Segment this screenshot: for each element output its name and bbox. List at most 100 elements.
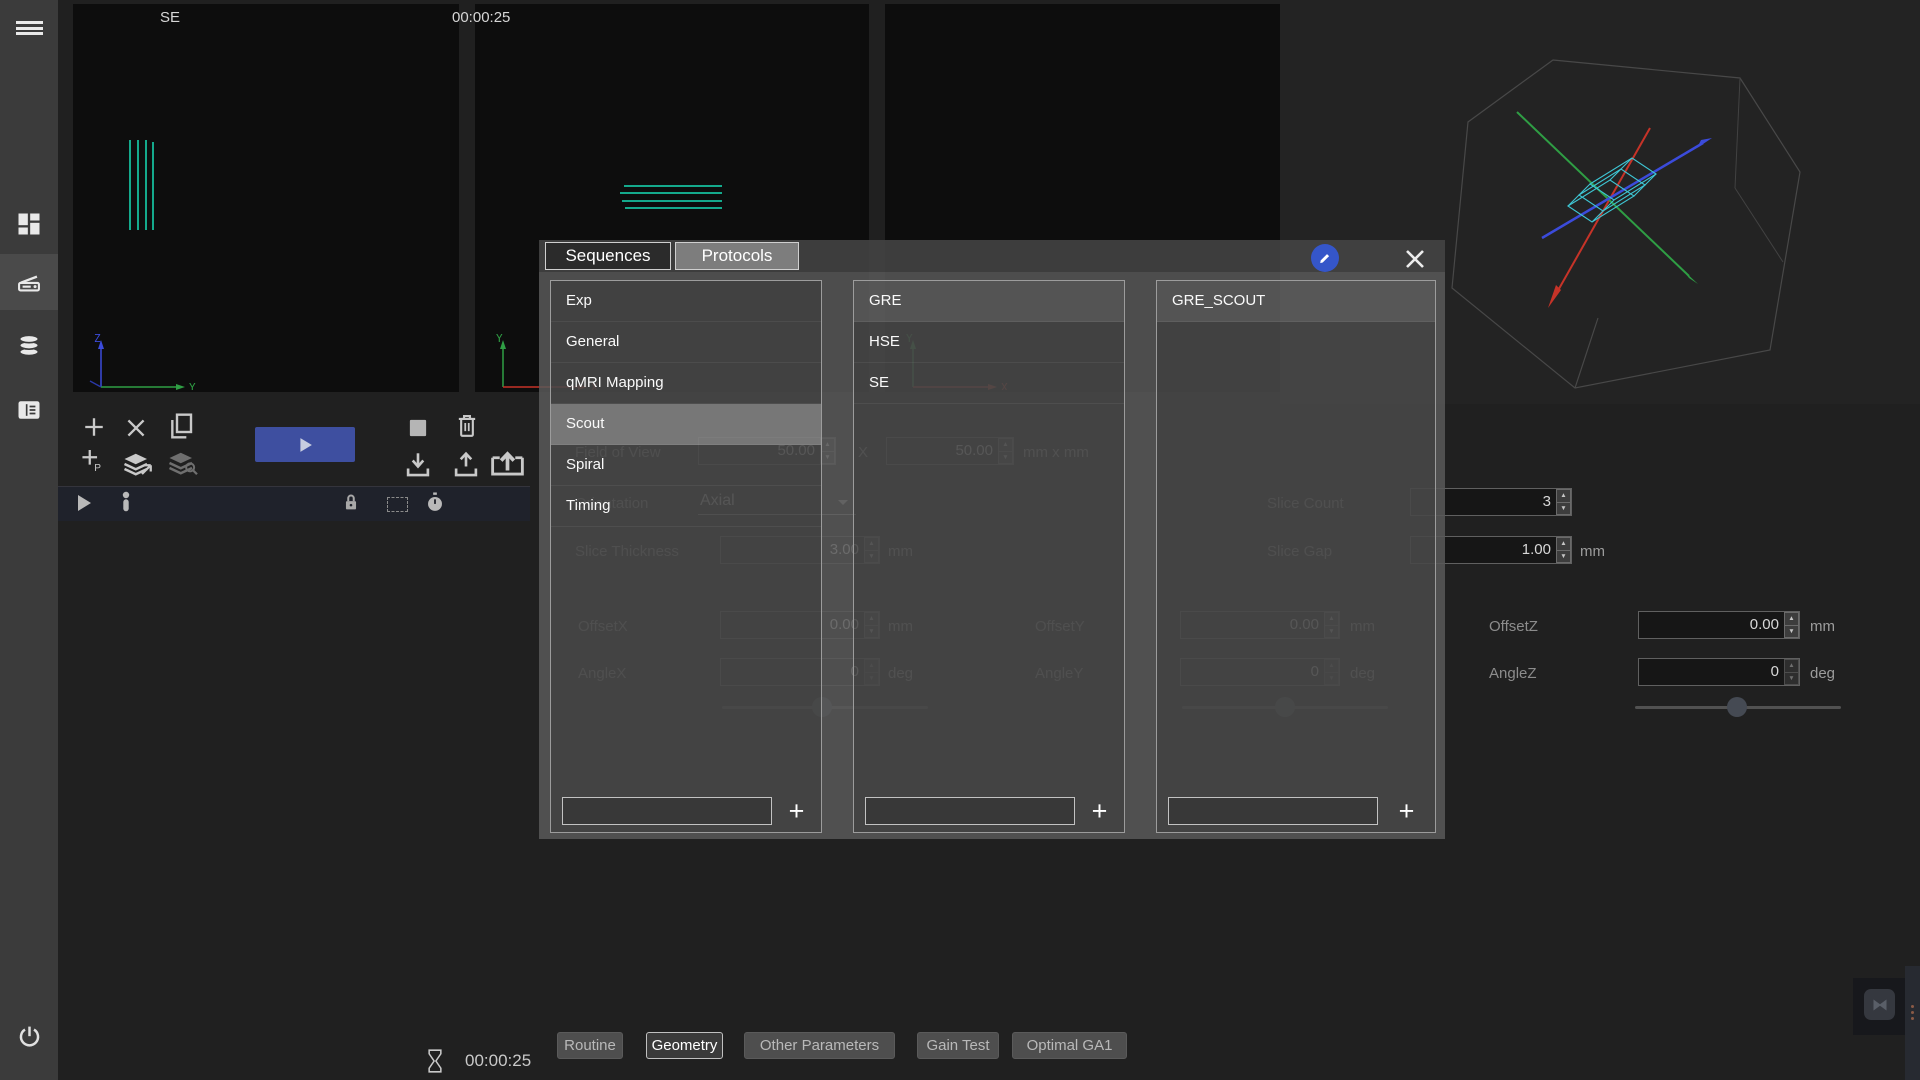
angle-z-spinner — [1784, 659, 1799, 685]
edge-panel-handle[interactable] — [1905, 966, 1920, 1080]
list-item-se[interactable]: SE — [854, 363, 1124, 404]
hourglass-icon — [426, 1047, 444, 1075]
new-category-input[interactable] — [562, 797, 772, 825]
add-icon[interactable] — [80, 413, 108, 441]
stopwatch-icon — [424, 491, 446, 515]
sidebar-item-card[interactable] — [0, 382, 58, 438]
new-sequence-input[interactable] — [865, 797, 1075, 825]
tab-sequences[interactable]: Sequences — [545, 242, 671, 270]
list-item-spiral[interactable]: Spiral — [551, 445, 821, 486]
sequence-play-icon[interactable] — [74, 492, 94, 514]
offset-z-unit: mm — [1810, 618, 1835, 635]
list-item-general[interactable]: General — [551, 322, 821, 363]
axis-indicator-zy: Z Y — [81, 330, 211, 390]
copy-icon[interactable] — [165, 410, 197, 442]
scanner-icon — [15, 268, 43, 296]
media-widget-icon[interactable] — [1864, 989, 1895, 1020]
slice-count-spinner[interactable] — [1556, 489, 1571, 515]
offset-z-spinner[interactable] — [1784, 612, 1799, 638]
elapsed-time: 00:00:25 — [465, 1051, 531, 1071]
play-icon — [294, 434, 316, 456]
drag-dots — [1905, 966, 1920, 1020]
tab-routine[interactable]: Routine — [557, 1032, 623, 1059]
layers-search-icon[interactable] — [165, 448, 199, 478]
sequence-duration: 00:00:25 — [452, 9, 510, 26]
slice-line — [129, 140, 131, 230]
sequence-name: SE — [160, 9, 180, 26]
person-icon — [117, 490, 135, 515]
power-icon — [16, 1023, 43, 1050]
sidebar-item-dashboard[interactable] — [0, 196, 58, 252]
slice-stack — [1568, 158, 1656, 222]
upload-icon[interactable] — [450, 450, 482, 479]
slice-line — [137, 140, 139, 230]
edit-button[interactable] — [1311, 244, 1339, 272]
stop-icon[interactable] — [405, 415, 431, 441]
add-sequence-button[interactable]: + — [1075, 796, 1124, 826]
slice-line — [624, 185, 722, 187]
tab-optimal-ga1[interactable]: Optimal GA1 — [1012, 1032, 1127, 1059]
app-root: Z Y Y X Y X — [0, 0, 1920, 1080]
slice-gap-spinner[interactable] — [1556, 537, 1571, 563]
list-item-gre[interactable]: GRE — [854, 281, 1124, 322]
offset-z-label: OffsetZ — [1489, 618, 1538, 635]
power-button[interactable] — [0, 1008, 58, 1064]
export-icon[interactable] — [489, 445, 526, 479]
add-protocol-icon[interactable]: P — [78, 446, 106, 473]
sequence-list: GRE HSE SE + — [853, 280, 1125, 833]
list-item-qmri-mapping[interactable]: qMRI Mapping — [551, 363, 821, 404]
new-protocol-input[interactable] — [1168, 797, 1378, 825]
lock-icon — [340, 491, 362, 515]
add-protocol-row: + — [1157, 795, 1435, 827]
axis-label-z: Z — [94, 332, 101, 345]
viewport-1[interactable]: Z Y — [73, 4, 459, 392]
offset-z-input[interactable]: 0.00 — [1638, 611, 1800, 639]
database-icon — [15, 332, 43, 360]
list-item-exp[interactable]: Exp — [551, 281, 821, 322]
tab-other-parameters[interactable]: Other Parameters — [744, 1032, 895, 1059]
list-item-hse[interactable]: HSE — [854, 322, 1124, 363]
dashboard-icon — [15, 210, 43, 238]
remove-icon[interactable] — [122, 414, 150, 442]
list-item-gre-scout[interactable]: GRE_SCOUT — [1157, 281, 1435, 322]
hamburger-menu-icon[interactable] — [0, 8, 58, 48]
tab-geometry[interactable]: Geometry — [646, 1032, 723, 1059]
sidebar-item-scanner[interactable] — [0, 254, 58, 310]
skip-media-icon — [1872, 998, 1888, 1012]
close-icon[interactable] — [1402, 246, 1428, 272]
add-category-button[interactable]: + — [772, 796, 821, 826]
sidebar — [0, 0, 58, 1080]
sidebar-item-database[interactable] — [0, 318, 58, 374]
slice-gap-unit: mm — [1580, 543, 1605, 560]
protocol-list: GRE_SCOUT + — [1156, 280, 1436, 833]
download-icon[interactable] — [402, 450, 434, 479]
slice-line — [620, 192, 722, 194]
axis-label-y: Y — [496, 332, 503, 345]
delete-icon[interactable] — [453, 411, 481, 442]
selection-box-icon[interactable] — [387, 497, 408, 512]
list-item-timing[interactable]: Timing — [551, 486, 821, 527]
pencil-icon — [1318, 251, 1332, 265]
angle-z-unit: deg — [1810, 665, 1835, 682]
add-sequence-row: + — [854, 795, 1124, 827]
add-category-row: + — [551, 795, 821, 827]
slice-line — [625, 207, 722, 209]
angle-z-slider-thumb[interactable] — [1727, 697, 1747, 717]
list-item-scout[interactable]: Scout — [551, 404, 821, 445]
slice-line — [622, 200, 722, 202]
hamburger-bars — [16, 19, 43, 38]
run-sequence-button[interactable] — [255, 427, 355, 462]
card-reader-icon — [15, 396, 43, 424]
category-list: Exp General qMRI Mapping Scout Spiral Ti… — [550, 280, 822, 833]
corner-widget[interactable] — [1853, 978, 1905, 1035]
slice-line — [152, 142, 154, 230]
tab-gain-test[interactable]: Gain Test — [917, 1032, 999, 1059]
angle-z-input[interactable]: 0 — [1638, 658, 1800, 686]
add-protocol-button[interactable]: + — [1378, 796, 1435, 826]
angle-z-label: AngleZ — [1489, 665, 1537, 682]
protocol-sub-letter: P — [94, 463, 101, 473]
axis-label-y: Y — [189, 381, 196, 390]
layers-arrow-icon[interactable] — [120, 449, 154, 479]
tab-protocols[interactable]: Protocols — [675, 242, 799, 270]
slice-line — [145, 140, 147, 230]
